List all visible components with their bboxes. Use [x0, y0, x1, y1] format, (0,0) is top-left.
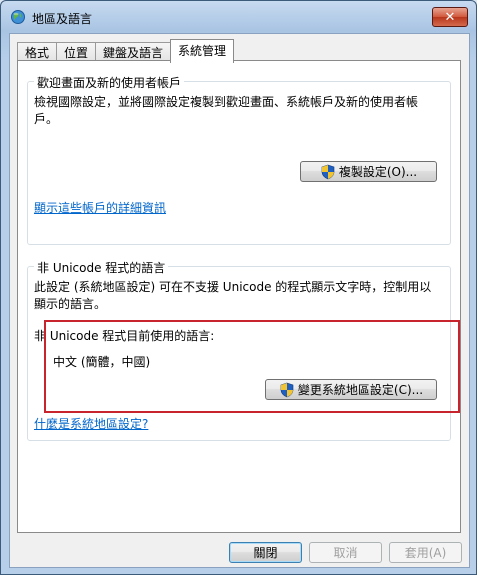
tab-administrative[interactable]: 系統管理: [170, 39, 235, 63]
tab-keyboards-languages[interactable]: 鍵盤及語言: [95, 42, 172, 62]
welcome-group-label: 歡迎畫面及新的使用者帳戶: [34, 74, 185, 91]
copy-settings-label: 複製設定(O)...: [338, 165, 418, 179]
close-button[interactable]: 關閉: [229, 542, 302, 563]
close-icon: ✕: [444, 9, 456, 25]
cancel-button[interactable]: 取消: [309, 542, 382, 563]
nonunicode-description: 此設定 (系統地區設定) 可在不支援 Unicode 的程式顯示文字時，控制用以…: [34, 280, 432, 311]
tab-location[interactable]: 位置: [56, 42, 97, 62]
apply-button-label: 套用(A): [404, 546, 447, 560]
window-title: 地區及語言: [32, 12, 93, 26]
administrative-panel: 歡迎畫面及新的使用者帳戶 檢視國際設定，並將國際設定複製到歡迎畫面、系統帳戶及新…: [17, 60, 461, 533]
apply-button[interactable]: 套用(A): [389, 542, 462, 563]
highlight-box: [44, 320, 460, 413]
close-window-button[interactable]: ✕: [432, 7, 468, 27]
what-is-system-locale-link[interactable]: 什麼是系統地區設定?: [34, 415, 148, 432]
copy-settings-button[interactable]: 複製設定(O)...: [300, 161, 437, 182]
dialog-client-area: 格式 位置 鍵盤及語言 系統管理 歡迎畫面及新的使用者帳戶 檢視國際設定，並將國…: [9, 33, 470, 568]
tab-formats[interactable]: 格式: [17, 42, 58, 62]
region-language-window: 地區及語言 ✕ 格式 位置 鍵盤及語言 系統管理 歡迎畫面及新的使用者帳戶 檢視…: [0, 0, 477, 575]
cancel-button-label: 取消: [333, 546, 358, 560]
welcome-description: 檢視國際設定，並將國際設定複製到歡迎畫面、系統帳戶及新的使用者帳戶。: [34, 95, 419, 126]
globe-icon: [11, 10, 25, 24]
uac-shield-icon: [321, 164, 335, 179]
nonunicode-group-label: 非 Unicode 程式的語言: [34, 259, 169, 276]
close-button-label: 關閉: [253, 546, 278, 560]
welcome-screen-group: 歡迎畫面及新的使用者帳戶 檢視國際設定，並將國際設定複製到歡迎畫面、系統帳戶及新…: [27, 74, 451, 245]
show-account-details-link[interactable]: 顯示這些帳戶的詳細資訊: [34, 199, 166, 216]
title-bar[interactable]: 地區及語言 ✕: [1, 1, 476, 31]
tab-strip: 格式 位置 鍵盤及語言 系統管理: [17, 39, 235, 63]
